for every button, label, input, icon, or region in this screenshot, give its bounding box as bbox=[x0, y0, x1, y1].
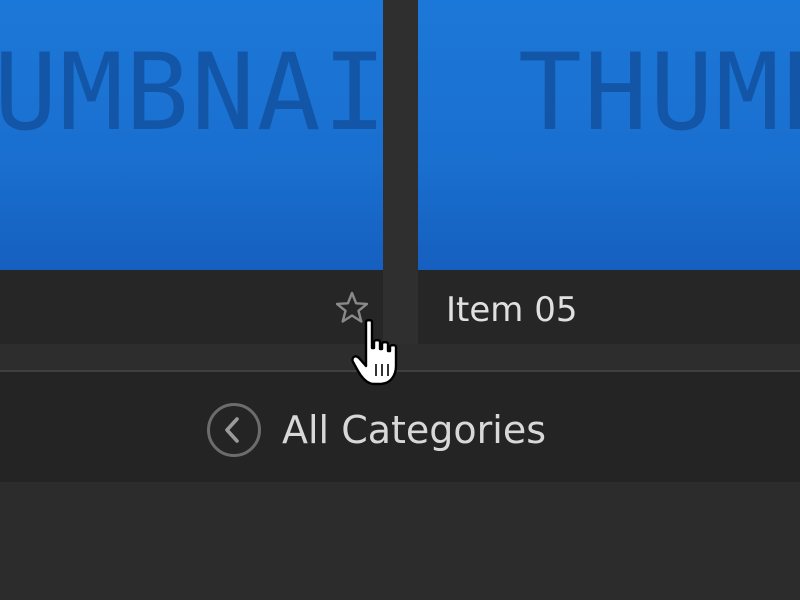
thumbnail-placeholder-text: THUMBNAIL bbox=[518, 31, 800, 154]
item-title: Item 05 bbox=[446, 290, 578, 330]
content-area bbox=[0, 482, 800, 600]
card-thumbnail[interactable]: THUMBNAIL bbox=[418, 0, 800, 270]
card-footer bbox=[0, 270, 383, 344]
card-thumbnail[interactable]: THUMBNAIL bbox=[0, 0, 383, 270]
hand-pointer-icon bbox=[350, 318, 406, 390]
chevron-left-circle-icon bbox=[206, 402, 262, 458]
card-gutter bbox=[383, 0, 418, 344]
back-button-label: All Categories bbox=[282, 408, 547, 452]
thumbnail-placeholder-text: THUMBNAIL bbox=[0, 31, 383, 154]
all-categories-back-button[interactable]: All Categories bbox=[206, 402, 566, 462]
